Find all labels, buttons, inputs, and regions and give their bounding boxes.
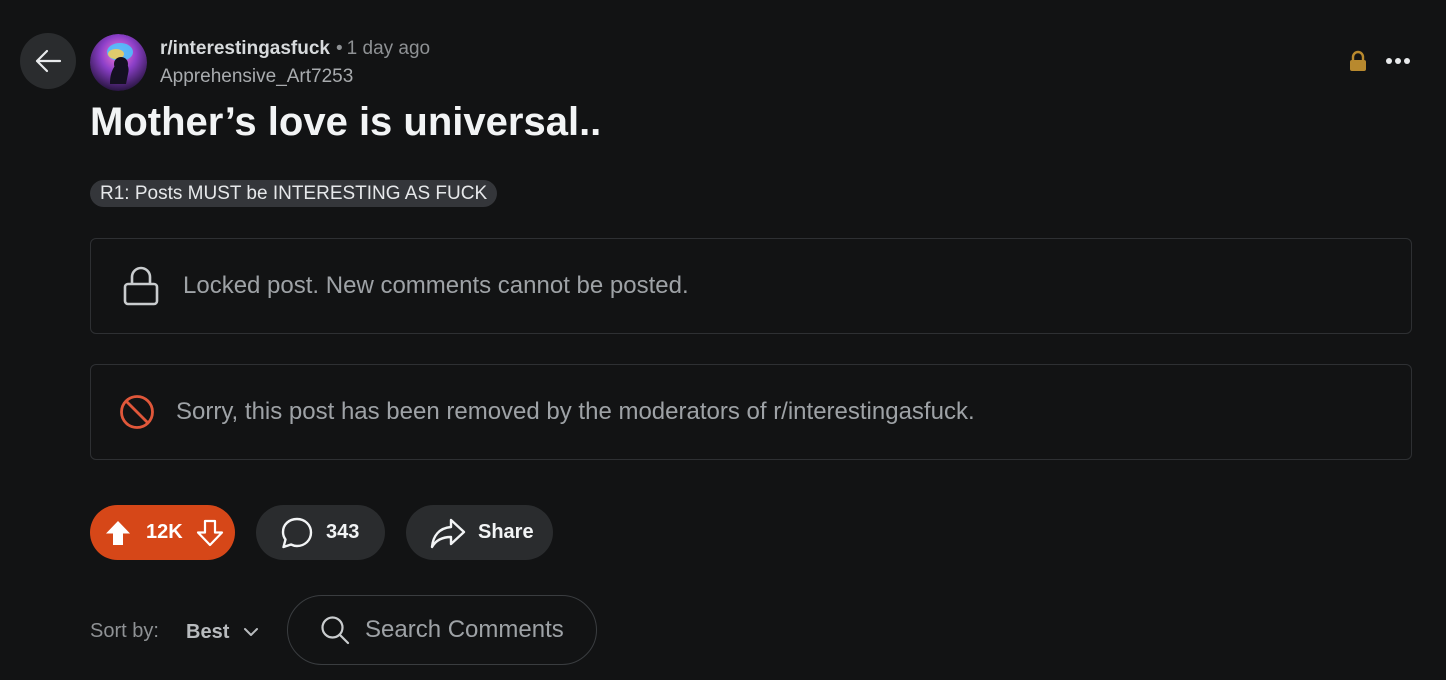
chevron-down-icon xyxy=(244,628,259,636)
search-icon xyxy=(321,616,350,645)
search-comments-input[interactable] xyxy=(363,615,587,645)
upvote-filled-icon xyxy=(106,520,130,545)
more-options-button[interactable] xyxy=(1378,45,1418,77)
removed-notice: Sorry, this post has been removed by the… xyxy=(90,364,1412,460)
post-time: 1 day ago xyxy=(346,38,431,59)
locked-notice: Locked post. New comments cannot be post… xyxy=(90,238,1412,334)
downvote-outline-icon xyxy=(196,519,223,546)
comment-bubble-icon xyxy=(281,517,313,548)
arrow-left-icon xyxy=(35,49,62,73)
post-title: Mother’s love is universal.. xyxy=(90,100,602,144)
upvote-button[interactable] xyxy=(104,519,132,547)
post-page: r/interestingasfuck • 1 day ago Apprehensi… xyxy=(0,0,1446,680)
locked-notice-text: Locked post. New comments cannot be post… xyxy=(183,272,689,299)
comments-button[interactable]: 343 xyxy=(256,505,385,560)
lock-icon xyxy=(1347,50,1369,77)
post-author[interactable]: Apprehensive_Art7253 xyxy=(160,64,353,90)
meta-separator: • xyxy=(336,38,343,59)
more-horizontal-icon xyxy=(1386,58,1410,64)
comments-count: 343 xyxy=(326,521,360,543)
lock-icon xyxy=(122,265,160,307)
sort-label: Sort by: xyxy=(90,620,159,642)
vote-control: 12K xyxy=(90,505,235,560)
share-arrow-icon xyxy=(430,518,466,548)
share-button[interactable]: Share xyxy=(406,505,553,560)
share-label: Share xyxy=(478,521,534,543)
back-button[interactable] xyxy=(20,33,76,89)
sort-value: Best xyxy=(186,620,230,643)
removed-notice-text: Sorry, this post has been removed by the… xyxy=(176,398,975,425)
prohibited-icon xyxy=(118,393,156,431)
sort-dropdown[interactable]: Best xyxy=(186,616,259,648)
subreddit-avatar[interactable] xyxy=(90,34,147,91)
search-comments-box[interactable] xyxy=(287,595,597,665)
post-meta: r/interestingasfuck • 1 day ago xyxy=(160,36,430,62)
downvote-button[interactable] xyxy=(196,519,224,547)
subreddit-link[interactable]: r/interestingasfuck xyxy=(160,38,330,59)
post-flair[interactable]: R1: Posts MUST be INTERESTING AS FUCK xyxy=(90,180,498,207)
vote-count: 12K xyxy=(146,521,183,543)
